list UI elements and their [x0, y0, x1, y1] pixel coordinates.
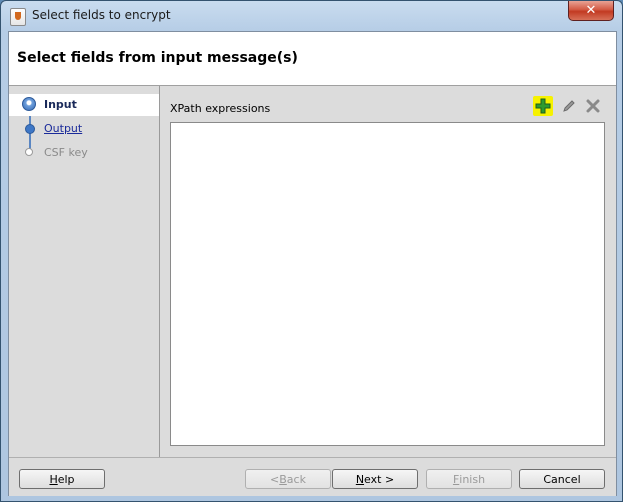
back-button[interactable]: < Back	[245, 469, 331, 489]
x-icon	[586, 99, 600, 113]
wizard-header: Select fields from input message(s)	[9, 32, 616, 86]
pencil-icon	[563, 100, 575, 112]
add-xpath-button[interactable]	[533, 96, 553, 116]
page-title: Select fields from input message(s)	[17, 50, 298, 66]
step-empty-icon	[25, 148, 33, 156]
finish-button[interactable]: Finish	[426, 469, 512, 489]
help-button[interactable]: Help	[19, 469, 105, 489]
java-app-icon	[10, 8, 26, 26]
delete-xpath-button[interactable]	[583, 96, 603, 116]
content-panel: XPath expressions	[160, 86, 616, 457]
title-bar[interactable]: Select fields to encrypt ✕	[1, 1, 622, 31]
edit-xpath-button[interactable]	[559, 96, 579, 116]
close-button[interactable]: ✕	[568, 1, 614, 21]
step-dot-icon	[25, 124, 35, 134]
dialog-window: Select fields to encrypt ✕ Select fields…	[0, 0, 623, 502]
window-title: Select fields to encrypt	[32, 8, 171, 22]
step-label-output[interactable]: Output	[44, 122, 82, 135]
wizard-footer: Help < Back Next > Finish Cancel	[9, 457, 616, 496]
xpath-expressions-list[interactable]	[170, 122, 605, 446]
current-step-icon	[22, 97, 36, 111]
step-label-csf-key: CSF key	[44, 146, 88, 159]
xpath-label: XPath expressions	[170, 102, 271, 115]
cancel-button[interactable]: Cancel	[519, 469, 605, 489]
step-item-input[interactable]: Input	[9, 94, 159, 116]
step-item-output[interactable]: Output	[9, 118, 159, 140]
step-label-input: Input	[44, 98, 77, 111]
step-item-csf-key: CSF key	[9, 142, 159, 164]
plus-icon	[535, 98, 551, 114]
next-button[interactable]: Next >	[332, 469, 418, 489]
close-icon: ✕	[585, 3, 597, 18]
wizard-steps-nav: Input Output CSF key	[9, 86, 160, 457]
dialog-body: Select fields from input message(s) Inpu…	[8, 31, 617, 496]
